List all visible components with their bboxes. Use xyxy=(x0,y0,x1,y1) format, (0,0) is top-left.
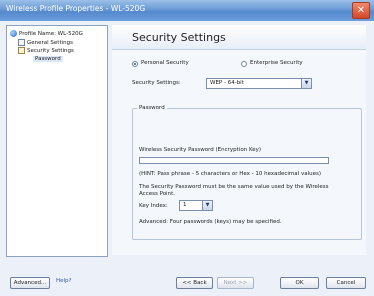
lock-page-icon xyxy=(18,47,25,54)
tree-item-label: Profile Name: WL-520G xyxy=(19,30,83,37)
tree-item-general-settings[interactable]: General Settings xyxy=(18,39,73,46)
settings-panel: Security Settings Personal Security Ente… xyxy=(112,25,366,255)
personal-security-radio[interactable] xyxy=(132,61,138,67)
personal-security-label: Personal Security xyxy=(141,60,189,66)
enterprise-security-label: Enterprise Security xyxy=(250,60,303,66)
window-title: Wireless Profile Properties - WL-520G xyxy=(6,4,146,13)
advanced-note: Advanced: Four passwords (keys) may be s… xyxy=(139,219,282,225)
panel-header: Security Settings xyxy=(112,25,366,50)
advanced-button[interactable]: Advanced... xyxy=(10,277,50,289)
properties-window: Wireless Profile Properties - WL-520G ✕ … xyxy=(0,0,374,296)
key-index-label: Key Index: xyxy=(139,203,168,209)
close-button[interactable]: ✕ xyxy=(352,2,370,19)
page-title: Security Settings xyxy=(132,31,226,44)
password-note: The Security Password must be the same v… xyxy=(139,184,329,197)
page-icon xyxy=(18,39,25,46)
security-settings-label: Security Settings: xyxy=(132,80,181,86)
chevron-down-icon: ▼ xyxy=(301,79,311,88)
key-index-value: 1 xyxy=(183,202,187,208)
profile-tree: Profile Name: WL-520G General Settings S… xyxy=(6,25,108,257)
chevron-down-icon: ▼ xyxy=(202,201,212,210)
tree-item-label: General Settings xyxy=(27,39,73,46)
next-button[interactable]: Next >> xyxy=(217,277,254,289)
password-input[interactable] xyxy=(139,157,329,164)
tree-item-security-settings[interactable]: Security Settings xyxy=(18,47,74,54)
cancel-button[interactable]: Cancel xyxy=(326,277,366,289)
tree-item-label: Security Settings xyxy=(27,47,74,54)
security-settings-value: WEP - 64-bit xyxy=(210,80,244,86)
password-group: Password Wireless Security Password (Enc… xyxy=(132,105,362,240)
close-icon: ✕ xyxy=(356,5,366,16)
enterprise-security-radio[interactable] xyxy=(241,61,247,67)
globe-icon xyxy=(10,30,17,37)
help-link[interactable]: Help? xyxy=(56,278,71,284)
password-group-title: Password xyxy=(137,105,167,111)
password-hint: (HINT: Pass phrase - 5 characters or Hex… xyxy=(139,171,321,177)
password-field-label: Wireless Security Password (Encryption K… xyxy=(139,147,262,153)
title-bar[interactable]: Wireless Profile Properties - WL-520G ✕ xyxy=(0,0,374,21)
tree-item-profile[interactable]: Profile Name: WL-520G xyxy=(10,30,83,37)
back-button[interactable]: << Back xyxy=(176,277,213,289)
ok-button[interactable]: OK xyxy=(280,277,319,289)
key-index-select[interactable]: 1 ▼ xyxy=(179,200,213,211)
tree-item-password[interactable]: Password xyxy=(33,56,63,62)
tree-item-label: Password xyxy=(35,56,61,62)
security-settings-select[interactable]: WEP - 64-bit ▼ xyxy=(206,78,312,89)
